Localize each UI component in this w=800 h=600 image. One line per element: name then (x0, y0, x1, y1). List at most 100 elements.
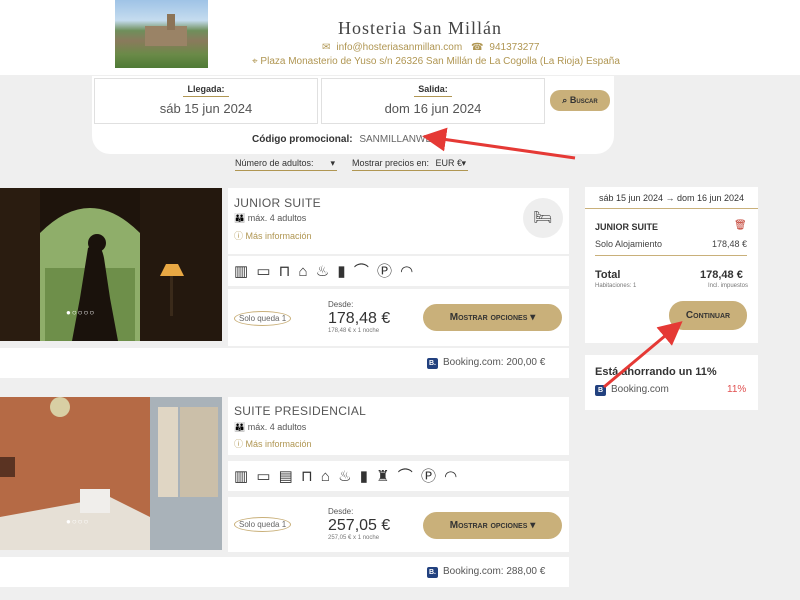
availability-badge: Solo queda 1 (234, 311, 292, 326)
people-icon: 👪 (234, 213, 246, 223)
checkout-field[interactable]: Salida: dom 16 jun 2024 (321, 78, 545, 124)
checkout-label: Salida: (414, 84, 452, 97)
search-box: Llegada: sáb 15 jun 2024 Salida: dom 16 … (92, 76, 614, 154)
promo-code-input[interactable]: SANMILLANWEB (359, 134, 438, 145)
room-photo-image (0, 397, 222, 550)
capacity-text: máx. 4 adultos (247, 213, 307, 223)
price-row-suite-presidencial: Solo queda 1 Desde: 257,05 € 257,05 € x … (228, 497, 569, 552)
email-icon: ✉ (322, 42, 331, 53)
checkin-label: Llegada: (183, 84, 229, 97)
monastery-tower (167, 14, 175, 30)
address-text[interactable]: Plaza Monasterio de Yuso s/n 26326 San M… (260, 56, 620, 67)
price: 257,05 € (328, 517, 391, 534)
room-photo-junior-suite[interactable]: ●○○○○ (0, 188, 222, 341)
address-line: ⌖ Plaza Monasterio de Yuso s/n 26326 San… (252, 56, 620, 67)
hotel-name: Hosteria San Millán (338, 18, 502, 38)
location-pin-icon: ⌖ (252, 56, 258, 67)
caret-down-icon: ▾ (530, 312, 536, 323)
summary-room-name: JUNIOR SUITE (595, 222, 659, 232)
search-button[interactable]: ⌕ Buscar (550, 90, 610, 111)
price-per-night: 178,48 € x 1 noche (328, 328, 380, 334)
from-label: Desde: (328, 300, 354, 309)
contact-line: ✉ info@hosteriasanmillan.com ☎ 941373277 (322, 42, 545, 53)
savings-percent: 11% (727, 384, 747, 395)
people-icon: 👪 (234, 422, 246, 432)
booking-logo-icon: B. (427, 567, 438, 578)
info-icon: ⓘ (234, 231, 244, 241)
promo-label: Código promocional: (252, 134, 353, 145)
availability-badge: Solo queda 1 (234, 517, 292, 532)
amenities-row: ▥ ▭ ▤ ⊓ ⌂ ♨ ▮ ♜ ⌒ Ⓟ ◠ (228, 461, 569, 491)
adults-select[interactable]: Número de adultos: ▾ (235, 158, 337, 171)
booking-price: B. Booking.com: 288,00 € (427, 566, 545, 578)
booking-price: B. Booking.com: 200,00 € (427, 357, 545, 369)
room-info-junior-suite: JUNIOR SUITE 👪 máx. 4 adultos ⓘ Más info… (228, 188, 569, 254)
booking-logo-icon: B. (427, 358, 438, 369)
savings-box: Está ahorrando un 11% B Booking.com 11% (585, 355, 758, 410)
price-row-junior-suite: Solo queda 1 Desde: 178,48 € 178,48 € x … (228, 289, 569, 346)
savings-booking-text: Booking.com (611, 384, 669, 395)
capacity: 👪 máx. 4 adultos (234, 422, 306, 433)
amenity-icons: ▥ ▭ ⊓ ⌂ ♨ ▮ ⌒ Ⓟ ◠ (234, 263, 416, 280)
more-info-text: Más información (245, 439, 312, 449)
amenities-row: ▥ ▭ ⊓ ⌂ ♨ ▮ ⌒ Ⓟ ◠ (228, 256, 569, 286)
room-photo-image (0, 188, 222, 341)
total-value: 178,48 € (700, 269, 743, 281)
trash-icon[interactable]: 🗑 (734, 220, 747, 231)
room-name[interactable]: SUITE PRESIDENCIAL (234, 404, 366, 418)
phone-icon: ☎ (470, 42, 484, 53)
price-per-night: 257,05 € x 1 noche (328, 535, 380, 541)
caret-down-icon: ▾ (530, 520, 536, 531)
show-options-label: Mostrar opciones (449, 312, 528, 323)
savings-booking: B Booking.com (595, 384, 669, 396)
amenity-icons: ▥ ▭ ▤ ⊓ ⌂ ♨ ▮ ♜ ⌒ Ⓟ ◠ (234, 468, 460, 485)
show-options-button[interactable]: Mostrar opciones ▾ (423, 304, 562, 331)
checkout-value[interactable]: dom 16 jun 2024 (322, 101, 544, 116)
carousel-dots[interactable]: ●○○○ (66, 517, 89, 526)
continue-button[interactable]: Continuar (669, 301, 747, 330)
room-info-suite-presidencial: SUITE PRESIDENCIAL 👪 máx. 4 adultos ⓘ Má… (228, 397, 569, 455)
summary-dates: sáb 15 jun 2024 → dom 16 jun 2024 (585, 187, 758, 209)
hotel-photo (115, 0, 208, 68)
email-link[interactable]: info@hosteriasanmillan.com (336, 42, 462, 53)
search-icon: ⌕ (562, 95, 568, 105)
show-options-label: Mostrar opciones (449, 520, 528, 531)
info-icon: ⓘ (234, 439, 244, 449)
carousel-dots[interactable]: ●○○○○ (66, 308, 95, 317)
more-info-text: Más información (245, 231, 312, 241)
booking-compare-suite-presidencial: B. Booking.com: 288,00 € (0, 557, 569, 587)
booking-summary: sáb 15 jun 2024 → dom 16 jun 2024 JUNIOR… (585, 187, 758, 343)
booking-logo-icon: B (595, 385, 606, 396)
booking-text: Booking.com: 288,00 € (443, 566, 546, 577)
divider (595, 255, 747, 256)
checkin-field[interactable]: Llegada: sáb 15 jun 2024 (94, 78, 318, 124)
booking-text: Booking.com: 200,00 € (443, 357, 546, 368)
capacity: 👪 máx. 4 adultos (234, 213, 306, 224)
monastery-building (145, 26, 187, 46)
booking-compare-junior-suite: B. Booking.com: 200,00 € (0, 348, 569, 378)
phone-link[interactable]: 941373277 (489, 42, 539, 53)
room-name[interactable]: JUNIOR SUITE (234, 196, 321, 210)
savings-title: Está ahorrando un 11% (595, 366, 717, 378)
currency-label: Mostrar precios en: (352, 158, 430, 168)
total-label: Total (595, 269, 621, 281)
room-photo-suite-presidencial[interactable]: ●○○○ (0, 397, 222, 550)
from-label: Desde: (328, 507, 354, 516)
checkin-value[interactable]: sáb 15 jun 2024 (95, 101, 317, 116)
more-info-link[interactable]: ⓘ Más información (234, 437, 312, 450)
summary-rate-price: 178,48 € (712, 239, 748, 249)
show-options-button[interactable]: Mostrar opciones ▾ (423, 512, 562, 539)
capacity-text: máx. 4 adultos (247, 422, 307, 432)
search-button-label: Buscar (569, 95, 598, 105)
adults-label: Número de adultos: (235, 158, 314, 168)
price: 178,48 € (328, 310, 391, 327)
promo-code-row: Código promocional: SANMILLANWEB (252, 134, 439, 145)
more-info-link[interactable]: ⓘ Más información (234, 229, 312, 242)
summary-rate-name: Solo Alojamiento (595, 239, 663, 249)
currency-select[interactable]: Mostrar precios en: EUR € ▾ (352, 158, 468, 171)
chevron-down-icon: ▾ (461, 158, 466, 168)
currency-value: EUR € (435, 158, 463, 168)
taxes-note: Incl. impuestos (708, 283, 749, 289)
rooms-count: Habitaciones: 1 (595, 283, 637, 289)
header: Hosteria San Millán ✉ info@hosteriasanmil… (0, 0, 800, 75)
